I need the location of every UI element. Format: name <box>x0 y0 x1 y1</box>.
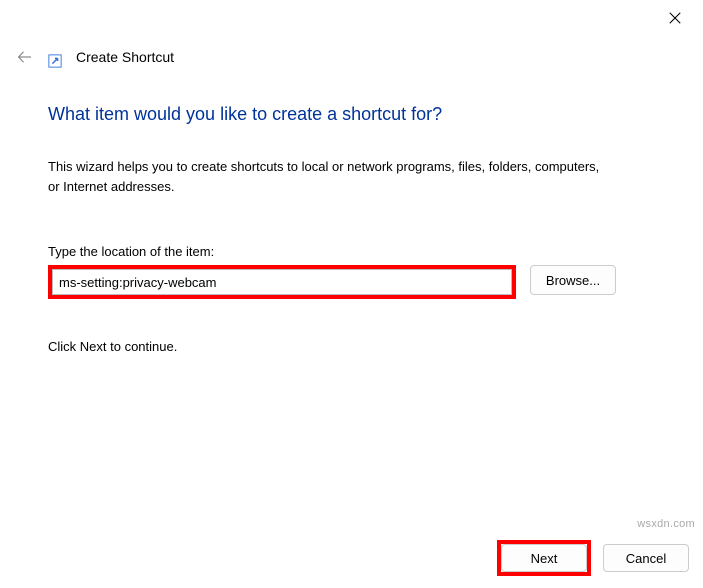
dialog-header: Create Shortcut <box>0 36 703 68</box>
continue-text: Click Next to continue. <box>48 339 655 354</box>
footer-buttons: Next Cancel <box>497 540 689 576</box>
watermark: wsxdn.com <box>637 518 695 530</box>
back-arrow-icon <box>16 48 34 66</box>
location-input[interactable] <box>52 269 512 295</box>
dialog-title: Create Shortcut <box>76 49 174 65</box>
cancel-button[interactable]: Cancel <box>603 544 689 572</box>
browse-button[interactable]: Browse... <box>530 265 616 295</box>
location-highlight <box>48 265 516 299</box>
content-area: What item would you like to create a sho… <box>0 68 703 354</box>
shortcut-icon <box>48 54 62 68</box>
close-icon <box>668 11 682 25</box>
location-row: Browse... <box>48 265 655 299</box>
next-button[interactable]: Next <box>501 544 587 572</box>
back-button[interactable] <box>16 48 34 66</box>
page-heading: What item would you like to create a sho… <box>48 104 655 125</box>
location-label: Type the location of the item: <box>48 244 655 259</box>
next-highlight: Next <box>497 540 591 576</box>
titlebar <box>0 0 703 36</box>
wizard-explanation: This wizard helps you to create shortcut… <box>48 157 608 196</box>
close-button[interactable] <box>665 8 685 28</box>
